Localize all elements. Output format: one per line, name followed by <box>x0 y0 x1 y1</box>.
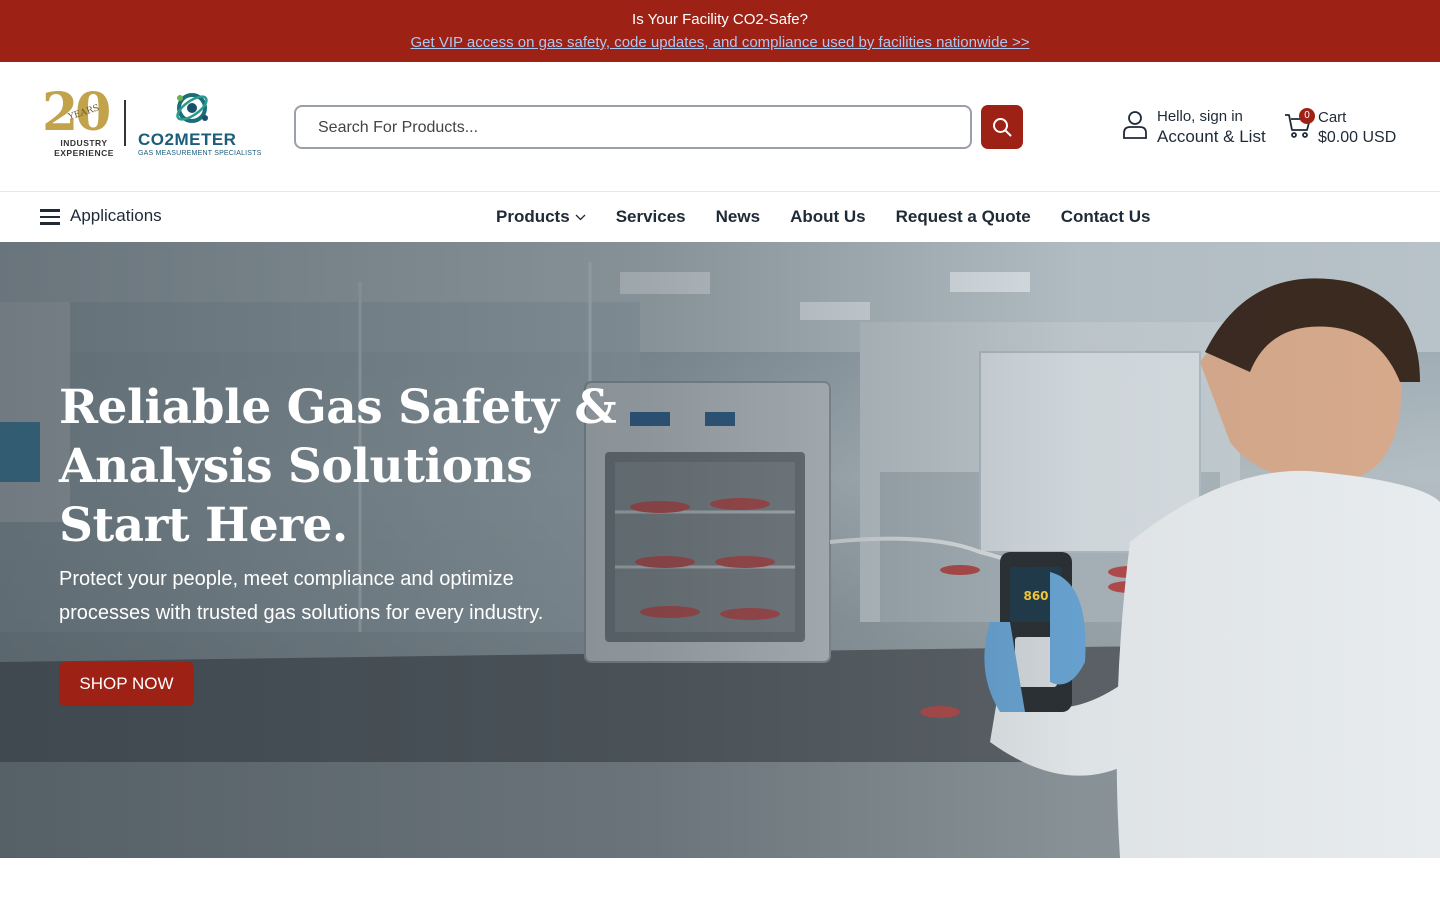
search-icon <box>993 118 1012 137</box>
logo-divider <box>124 100 126 146</box>
brand-tagline: GAS MEASUREMENT SPECIALISTS <box>138 150 262 157</box>
search-box <box>294 105 972 149</box>
main-nav: Applications Products Services News Abou… <box>0 192 1440 242</box>
hero-title: Reliable Gas Safety & Analysis Solutions… <box>59 380 617 553</box>
years-badge: 20 YEARS INDUSTRY EXPERIENCE <box>40 82 118 162</box>
cart-count-badge: 0 <box>1299 108 1315 124</box>
brand-name: CO2METER <box>138 130 237 149</box>
hero-banner: 860 Reliable Gas Safety & Analysis Solut… <box>0 242 1440 858</box>
announcement-title: Is Your Facility CO2-Safe? <box>632 11 808 28</box>
site-header: 20 YEARS INDUSTRY EXPERIENCE CO2METER GA… <box>0 62 1440 192</box>
molecule-icon <box>176 93 208 123</box>
nav-item-about-us[interactable]: About Us <box>790 206 866 228</box>
account-link[interactable]: Hello, sign in Account & List <box>1122 106 1272 150</box>
search-input[interactable] <box>318 117 948 139</box>
experience-text: INDUSTRY EXPERIENCE <box>54 138 114 158</box>
nav-item-label: Products <box>496 207 570 226</box>
nav-item-request-quote[interactable]: Request a Quote <box>896 206 1031 228</box>
cart-label: Cart <box>1318 109 1347 126</box>
site-logo[interactable]: 20 YEARS INDUSTRY EXPERIENCE CO2METER GA… <box>40 82 261 162</box>
hero-subtitle: Protect your people, meet compliance and… <box>59 568 544 624</box>
chevron-down-icon <box>575 214 586 220</box>
nav-menu: Products Services News About Us Request … <box>496 206 1150 228</box>
brand-logo: CO2METER GAS MEASUREMENT SPECIALISTS <box>138 88 261 162</box>
hamburger-icon <box>40 209 60 225</box>
account-greeting: Hello, sign in <box>1157 108 1243 125</box>
cart-link[interactable]: 0 Cart $0.00 USD <box>1284 106 1414 150</box>
announcement-link[interactable]: Get VIP access on gas safety, code updat… <box>411 34 1030 51</box>
account-label: Account & List <box>1157 127 1266 146</box>
nav-item-services[interactable]: Services <box>616 206 686 228</box>
shop-now-button[interactable]: SHOP NOW <box>59 662 194 706</box>
user-icon <box>1123 111 1147 139</box>
applications-label: Applications <box>70 206 162 225</box>
announcement-line: Get VIP access on gas safety, code updat… <box>0 34 1440 51</box>
announcement-bar: Is Your Facility CO2-Safe? Get VIP acces… <box>0 0 1440 62</box>
nav-item-news[interactable]: News <box>716 206 760 228</box>
nav-item-contact-us[interactable]: Contact Us <box>1061 206 1151 228</box>
search-button[interactable] <box>981 105 1023 149</box>
cart-total: $0.00 USD <box>1318 129 1397 146</box>
nav-item-products[interactable]: Products <box>496 206 586 228</box>
